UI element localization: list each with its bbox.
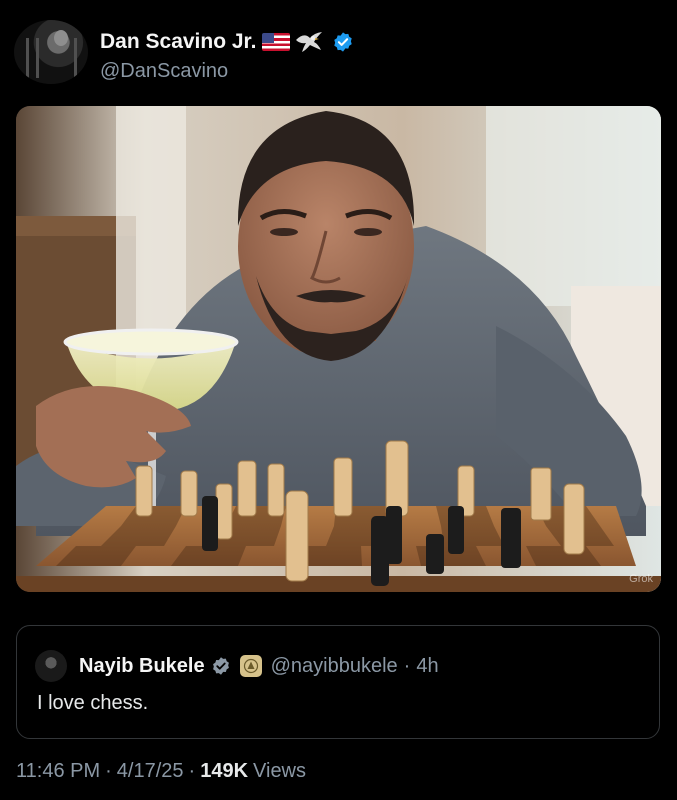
separator-dot: · <box>105 760 112 782</box>
author-avatar[interactable] <box>14 20 88 84</box>
views-label: Views <box>253 760 307 782</box>
tweet-date[interactable]: 4/17/25 <box>117 760 184 783</box>
quoted-time-ago[interactable]: 4h <box>416 655 438 678</box>
quoted-tweet-header: Nayib Bukele @nayibbukele · 4h <box>35 650 439 682</box>
separator-dot: · <box>403 654 411 677</box>
tweet-time[interactable]: 11:46 PM <box>16 760 100 783</box>
separator-dot: · <box>188 760 196 782</box>
quoted-author-avatar[interactable] <box>35 650 67 682</box>
quoted-author-handle[interactable]: @nayibbukele <box>271 655 398 678</box>
quoted-tweet-card[interactable]: Nayib Bukele @nayibbukele · 4h I love ch… <box>16 625 660 739</box>
grok-watermark: Grok <box>629 573 653 585</box>
author-name[interactable]: Dan Scavino Jr. <box>100 30 256 54</box>
government-seal-icon <box>239 655 262 677</box>
tweet-meta: 11:46 PM · 4/17/25 · 149K Views <box>16 760 306 783</box>
views-count[interactable]: 149K <box>200 760 248 783</box>
quoted-tweet-text: I love chess. <box>37 692 149 714</box>
author-handle[interactable]: @DanScavino <box>100 60 228 83</box>
quoted-author-name[interactable]: Nayib Bukele <box>79 655 205 678</box>
author-name-row: Dan Scavino Jr. <box>100 30 354 54</box>
verified-badge-icon <box>332 31 354 53</box>
verified-badge-icon <box>211 656 231 676</box>
us-flag-icon <box>262 33 291 51</box>
tweet-image[interactable]: Grok <box>16 106 661 592</box>
eagle-icon <box>294 30 324 54</box>
tweet-header: Dan Scavino Jr. @DanScavino <box>14 20 654 90</box>
